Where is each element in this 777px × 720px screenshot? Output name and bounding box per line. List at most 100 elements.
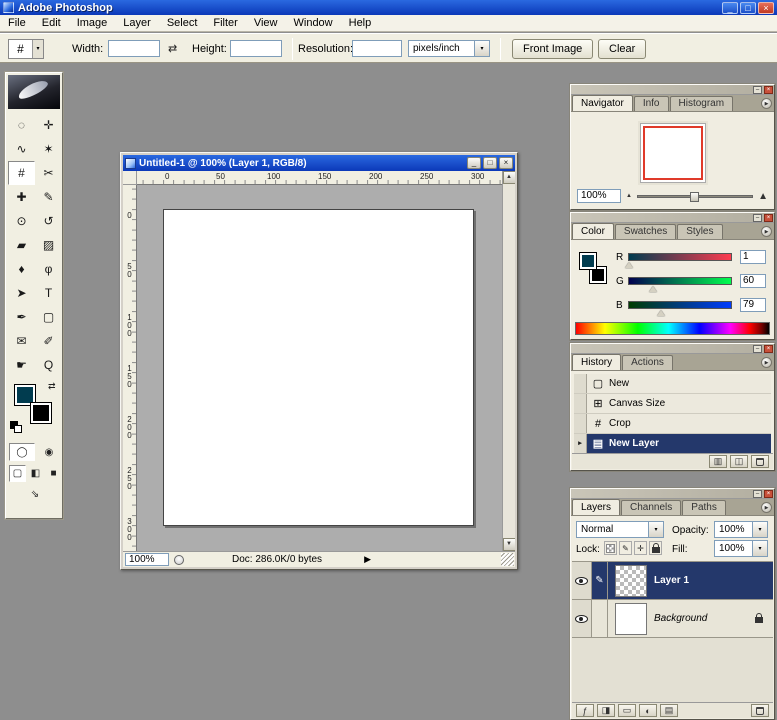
delete-state-button[interactable] (751, 455, 769, 468)
tab-styles[interactable]: Styles (677, 224, 723, 239)
front-image-button[interactable]: Front Image (512, 39, 594, 59)
tab-navigator[interactable]: Navigator (572, 95, 633, 111)
add-layer-style-button[interactable]: ƒ (576, 704, 594, 717)
history-state-well[interactable] (574, 414, 587, 433)
doc-close-button[interactable]: × (499, 157, 513, 169)
dodge-tool[interactable]: φ (35, 257, 62, 281)
chevron-down-icon[interactable]: ▾ (32, 40, 43, 58)
palette-titlebar[interactable]: – × (571, 213, 774, 223)
menu-view[interactable]: View (246, 15, 286, 31)
chevron-down-icon[interactable]: ▾ (474, 41, 489, 56)
chevron-down-icon[interactable]: ▾ (648, 522, 663, 537)
navigator-zoom-slider[interactable] (636, 191, 754, 202)
tab-channels[interactable]: Channels (621, 500, 682, 515)
history-item[interactable]: ▸ ▤ New Layer (574, 434, 771, 454)
new-adjustment-layer-button[interactable]: ◐ (639, 704, 657, 717)
eraser-tool[interactable]: ▰ (8, 233, 35, 257)
lock-image-button[interactable]: ✎ (619, 541, 632, 555)
notes-tool[interactable]: ✉ (8, 329, 35, 353)
palette-menu-button[interactable]: ▶ (761, 226, 772, 237)
zoom-tool[interactable]: Q (35, 353, 62, 377)
full-screen-menubar-mode-button[interactable]: ◧ (27, 465, 44, 482)
slider-thumb-icon[interactable] (625, 262, 634, 268)
palette-minimize-button[interactable]: – (753, 214, 762, 222)
tab-history[interactable]: History (572, 354, 622, 370)
quick-mask-mode-button[interactable]: ◉ (36, 443, 62, 461)
layer-row[interactable]: Background (572, 600, 773, 638)
swap-colors-icon[interactable]: ⇄ (48, 381, 56, 392)
slider-thumb-icon[interactable] (657, 310, 666, 316)
hand-tool[interactable]: ☛ (8, 353, 35, 377)
color-foreground-swatch[interactable] (579, 252, 597, 270)
slider-thumb-icon[interactable] (649, 286, 658, 292)
fill-field[interactable]: 100% ▾ (714, 540, 768, 557)
channel-value[interactable]: 60 (740, 274, 766, 288)
delete-layer-button[interactable] (751, 704, 769, 717)
add-layer-mask-button[interactable]: ◨ (597, 704, 615, 717)
blend-mode-select[interactable]: Normal ▾ (576, 521, 664, 538)
status-menu-arrow-icon[interactable]: ▶ (364, 554, 371, 565)
menu-help[interactable]: Help (341, 15, 380, 31)
channel-slider[interactable] (625, 253, 732, 268)
new-snapshot-button[interactable]: ◫ (730, 455, 748, 468)
brush-tool[interactable]: ✎ (35, 185, 62, 209)
slice-tool[interactable]: ✂ (35, 161, 62, 185)
tab-paths[interactable]: Paths (682, 500, 726, 515)
zoom-field[interactable]: 100% (125, 553, 169, 566)
new-layer-set-button[interactable]: ▭ (618, 704, 636, 717)
palette-menu-button[interactable]: ▶ (761, 357, 772, 368)
background-color-swatch[interactable] (30, 402, 52, 424)
tab-info[interactable]: Info (633, 96, 669, 111)
healing-brush-tool[interactable]: ✚ (8, 185, 35, 209)
channel-value[interactable]: 1 (740, 250, 766, 264)
doc-maximize-button[interactable]: □ (483, 157, 497, 169)
navigator-view-box[interactable] (643, 126, 703, 180)
resolution-unit-select[interactable]: pixels/inch ▾ (408, 40, 490, 57)
resize-grip[interactable] (501, 553, 514, 566)
menu-file[interactable]: File (0, 15, 34, 31)
shape-tool[interactable]: ▢ (35, 305, 62, 329)
palette-close-button[interactable]: × (764, 86, 773, 94)
palette-close-button[interactable]: × (764, 214, 773, 222)
menu-edit[interactable]: Edit (34, 15, 69, 31)
swap-dimensions-icon[interactable]: ⇄ (168, 42, 177, 55)
tab-color[interactable]: Color (572, 223, 614, 239)
history-item[interactable]: ▢ New (574, 374, 771, 394)
crop-tool[interactable]: # (8, 161, 35, 185)
channel-value[interactable]: 79 (740, 298, 766, 312)
layer-visibility-toggle[interactable] (572, 562, 592, 599)
standard-screen-mode-button[interactable]: ▢ (9, 465, 26, 482)
palette-titlebar[interactable]: – × (571, 489, 774, 499)
layer-visibility-toggle[interactable] (572, 600, 592, 637)
width-input[interactable] (108, 40, 160, 57)
channel-slider[interactable] (628, 301, 732, 316)
lock-transparency-button[interactable] (604, 541, 617, 555)
canvas[interactable] (163, 209, 474, 526)
palette-titlebar[interactable]: – × (571, 344, 774, 354)
new-layer-button[interactable]: ▤ (660, 704, 678, 717)
menu-select[interactable]: Select (159, 15, 206, 31)
channel-slider[interactable] (628, 277, 732, 292)
minimize-button[interactable]: _ (722, 1, 738, 14)
history-state-well[interactable] (574, 394, 587, 413)
pen-tool[interactable]: ✒ (8, 305, 35, 329)
height-input[interactable] (230, 40, 282, 57)
opacity-field[interactable]: 100% ▾ (714, 521, 768, 538)
history-item[interactable]: # Crop (574, 414, 771, 434)
history-state-well[interactable]: ▸ (574, 434, 587, 453)
palette-close-button[interactable]: × (764, 345, 773, 353)
tab-histogram[interactable]: Histogram (669, 96, 734, 111)
scroll-up-icon[interactable]: ▲ (502, 171, 515, 184)
tab-actions[interactable]: Actions (622, 355, 673, 370)
menu-window[interactable]: Window (286, 15, 341, 31)
history-item[interactable]: ⊞ Canvas Size (574, 394, 771, 414)
maximize-button[interactable]: □ (740, 1, 756, 14)
palette-minimize-button[interactable]: – (753, 86, 762, 94)
clone-stamp-tool[interactable]: ⊙ (8, 209, 35, 233)
layer-row[interactable]: ✎ Layer 1 (572, 562, 773, 600)
lock-all-button[interactable] (649, 541, 662, 555)
foreground-color-swatch[interactable] (14, 384, 36, 406)
color-background-swatch[interactable] (589, 266, 607, 284)
elliptical-marquee-tool[interactable]: ◌ (8, 113, 35, 137)
document-titlebar[interactable]: Untitled-1 @ 100% (Layer 1, RGB/8) _ □ × (123, 155, 515, 171)
